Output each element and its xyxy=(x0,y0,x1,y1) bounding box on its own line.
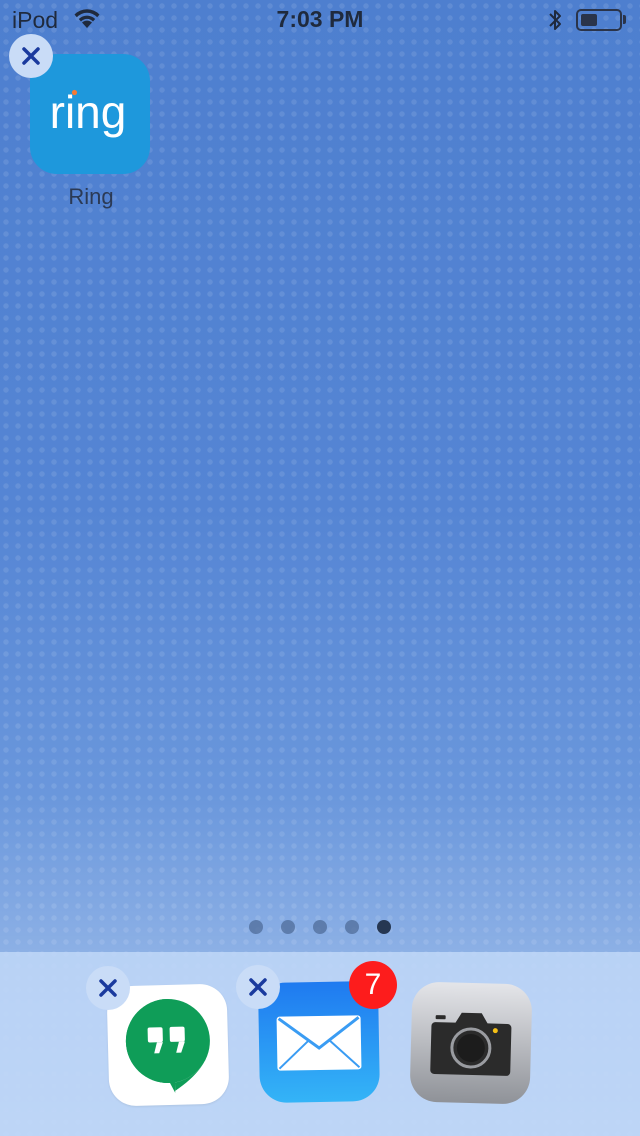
close-icon xyxy=(22,47,40,65)
battery-nub xyxy=(623,15,626,24)
clock: 7:03 PM xyxy=(276,6,364,32)
close-icon xyxy=(249,978,267,996)
battery-level xyxy=(581,14,597,26)
close-icon xyxy=(99,979,117,997)
page-dot-1 xyxy=(249,920,263,934)
ring-logo-text: ring xyxy=(50,86,127,138)
mail-notification-badge: 7 xyxy=(349,961,397,1009)
page-indicator[interactable] xyxy=(0,920,640,936)
camera-app-icon[interactable] xyxy=(409,981,533,1105)
page-dot-4 xyxy=(345,920,359,934)
bluetooth-icon xyxy=(549,10,561,30)
app-label-ring: Ring xyxy=(68,184,114,209)
app-ring[interactable]: ring Ring xyxy=(30,54,152,214)
status-bar: iPod 7:03 PM xyxy=(0,0,640,40)
battery-icon xyxy=(576,9,622,31)
delete-mail-button[interactable] xyxy=(236,965,280,1009)
camera-icon xyxy=(430,1012,512,1076)
page-dot-5 xyxy=(377,920,391,934)
page-dot-3 xyxy=(313,920,327,934)
delete-ring-button[interactable] xyxy=(9,34,53,78)
page-dot-2 xyxy=(281,920,295,934)
delete-hangouts-button[interactable] xyxy=(86,966,130,1010)
